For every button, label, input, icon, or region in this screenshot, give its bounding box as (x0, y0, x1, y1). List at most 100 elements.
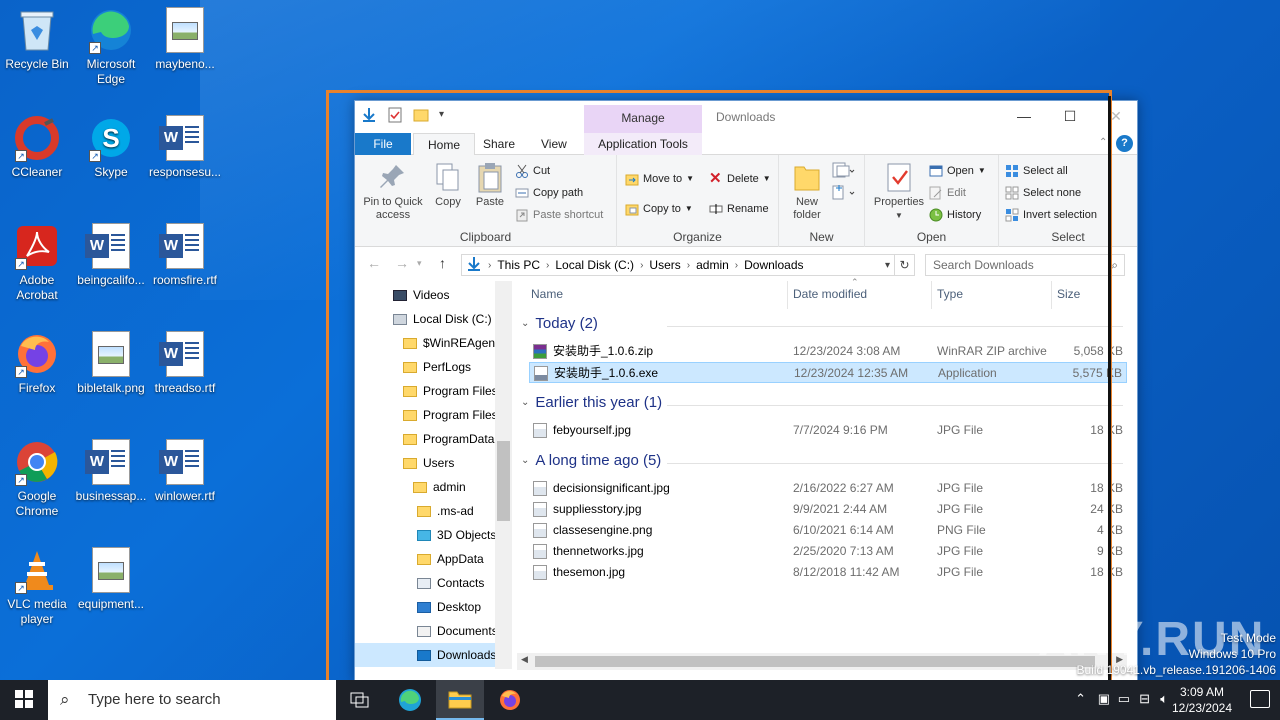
edit-button[interactable]: Edit (929, 183, 966, 203)
copy-button[interactable]: Copy (429, 161, 467, 209)
nav-item[interactable]: 3D Objects (355, 523, 495, 547)
desktop-icon[interactable]: ↗ Adobe Acrobat (0, 222, 74, 303)
tab-home[interactable]: Home (413, 133, 476, 156)
invert-selection-button[interactable]: Invert selection (1005, 205, 1097, 225)
file-row[interactable]: decisionsignificant.jpg 2/16/2022 6:27 AM… (529, 478, 1127, 499)
forward-arrow-icon[interactable]: → (395, 255, 409, 271)
back-arrow-icon[interactable]: ← (367, 255, 381, 271)
manage-contextual-tab[interactable]: Manage (584, 105, 702, 133)
file-group-header[interactable]: ⌄ Today (2) (521, 315, 598, 332)
paste-button[interactable]: Paste (471, 161, 509, 209)
address-dropdown-icon[interactable]: ▾ (885, 260, 890, 271)
address-bar[interactable]: › This PC › Local Disk (C:) › Users › ad… (461, 254, 895, 276)
desktop-icon[interactable]: equipment... (74, 546, 148, 612)
nav-item[interactable]: Videos (355, 283, 495, 307)
file-row[interactable]: 安装助手_1.0.6.zip 12/23/2024 3:08 AM WinRAR Z… (529, 341, 1127, 362)
minimize-button[interactable]: — (1001, 105, 1047, 129)
copy-path-button[interactable]: Copy path (515, 183, 583, 203)
volume-icon[interactable]: 🔈︎ (1160, 691, 1168, 707)
tray-battery-icon[interactable]: ▭ (1118, 691, 1130, 707)
nav-item[interactable]: admin (355, 475, 495, 499)
nav-item[interactable]: Downloads (355, 643, 495, 667)
delete-button[interactable]: ✕ Delete ▼ (709, 169, 771, 189)
edge-taskbar-icon[interactable] (386, 680, 434, 720)
column-size[interactable]: Size (1057, 287, 1080, 301)
breadcrumb-users[interactable]: Users (649, 258, 680, 272)
tab-share[interactable]: Share (469, 133, 529, 155)
desktop-icon[interactable]: ↗ Microsoft Edge (74, 6, 148, 87)
desktop-icon[interactable]: ↗ VLC media player (0, 546, 74, 627)
nav-item[interactable]: Contacts (355, 571, 495, 595)
desktop-icon[interactable]: bibletalk.png (74, 330, 148, 396)
file-row[interactable]: thesemon.jpg 8/12/2018 11:42 AM JPG File 18… (529, 562, 1127, 583)
refresh-icon[interactable]: ↻ (895, 254, 915, 276)
easy-access-icon[interactable] (831, 183, 855, 206)
tray-device-icon[interactable]: ▣ (1098, 691, 1110, 707)
desktop-icon[interactable]: Wresponsesu... (148, 114, 222, 180)
system-clock[interactable]: 3:09 AM 12/23/2024 (1168, 684, 1236, 716)
breadcrumb-local-disk[interactable]: Local Disk (C:) (555, 258, 634, 272)
breadcrumb-downloads[interactable]: Downloads (744, 258, 803, 272)
desktop-icon[interactable]: Wbusinessap... (74, 438, 148, 504)
horizontal-scrollbar[interactable]: ◀ ▶ (517, 653, 1127, 670)
desktop-icon[interactable]: maybeno... (148, 6, 222, 72)
network-icon[interactable]: ⊟ (1139, 691, 1150, 707)
close-button[interactable]: ✕ (1093, 105, 1137, 129)
tab-application-tools[interactable]: Application Tools (584, 133, 702, 155)
desktop-icon[interactable]: ↗ Firefox (0, 330, 74, 396)
nav-item[interactable]: Local Disk (C:) (355, 307, 495, 331)
properties-qat-icon[interactable] (387, 107, 403, 123)
new-folder-button[interactable]: New folder (785, 161, 829, 222)
file-explorer-window[interactable]: ▾ Manage Downloads — ☐ ✕ File Home Share… (354, 100, 1138, 682)
new-folder-qat-icon[interactable] (413, 107, 429, 123)
taskbar-search-input[interactable]: ⌕ Type here to search (48, 680, 336, 720)
task-view-icon[interactable] (336, 680, 384, 720)
breadcrumb-this-pc[interactable]: This PC (497, 258, 540, 272)
select-all-button[interactable]: Select all (1005, 161, 1068, 181)
file-group-header[interactable]: ⌄ A long time ago (5) (521, 452, 661, 469)
column-date-modified[interactable]: Date modified (793, 287, 867, 301)
desktop-icon[interactable]: ↗ Google Chrome (0, 438, 74, 519)
properties-button[interactable]: Properties ▼ (869, 161, 929, 222)
cut-button[interactable]: Cut (515, 161, 550, 181)
file-explorer-taskbar-icon[interactable] (436, 680, 484, 720)
desktop-icon[interactable]: ↗ CCleaner (0, 114, 74, 180)
maximize-button[interactable]: ☐ (1047, 105, 1093, 129)
open-button[interactable]: Open ▼ (929, 161, 986, 181)
start-button[interactable] (0, 680, 48, 720)
recent-locations-icon[interactable]: ▾ (417, 258, 422, 269)
copy-to-button[interactable]: Copy to ▼ (625, 199, 693, 219)
file-row[interactable]: thennetworks.jpg 2/25/2020 7:13 AM JPG Fil… (529, 541, 1127, 562)
history-button[interactable]: History (929, 205, 981, 225)
h-scroll-thumb[interactable] (535, 656, 1095, 667)
desktop-icon[interactable]: Wthreadso.rtf (148, 330, 222, 396)
nav-item[interactable]: Documents (355, 619, 495, 643)
nav-item[interactable]: Users (355, 451, 495, 475)
desktop-icon[interactable]: Wbeingcalifo... (74, 222, 148, 288)
ribbon-collapse-icon[interactable]: ⌃ (1099, 137, 1107, 148)
notification-center-icon[interactable] (1250, 690, 1270, 708)
qat-dropdown-icon[interactable]: ▾ (439, 107, 449, 123)
nav-scrollbar[interactable] (495, 281, 512, 669)
desktop-icon[interactable]: S ↗ Skype (74, 114, 148, 180)
select-none-button[interactable]: Select none (1005, 183, 1081, 203)
tab-file[interactable]: File (355, 133, 411, 155)
pin-quick-access-button[interactable]: Pin to Quick access (361, 161, 425, 222)
column-type[interactable]: Type (937, 287, 963, 301)
nav-item[interactable]: ProgramData (355, 427, 495, 451)
file-row[interactable]: 安装助手_1.0.6.exe 12/23/2024 12:35 AM Applica… (529, 362, 1127, 383)
breadcrumb-admin[interactable]: admin (696, 258, 729, 272)
nav-scroll-thumb[interactable] (497, 441, 510, 521)
firefox-taskbar-icon[interactable] (486, 680, 534, 720)
desktop-icon[interactable]: Recycle Bin (0, 6, 74, 72)
nav-item[interactable]: .ms-ad (355, 499, 495, 523)
search-input[interactable]: Search Downloads ⌕ (925, 254, 1125, 276)
up-arrow-icon[interactable]: ↑ (439, 255, 446, 271)
column-name[interactable]: Name (531, 287, 563, 301)
new-item-icon[interactable] (831, 161, 855, 184)
nav-item[interactable]: PerfLogs (355, 355, 495, 379)
file-row[interactable]: febyourself.jpg 7/7/2024 9:16 PM JPG File 1… (529, 420, 1127, 441)
rename-button[interactable]: Rename (709, 199, 769, 219)
help-icon[interactable]: ? (1116, 135, 1133, 152)
nav-item[interactable]: AppData (355, 547, 495, 571)
